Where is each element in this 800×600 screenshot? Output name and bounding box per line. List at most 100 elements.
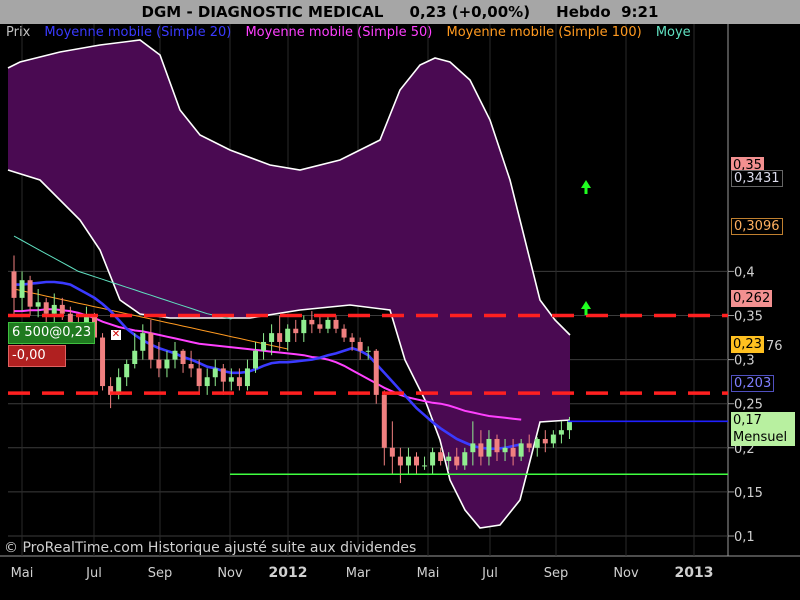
close-position-icon[interactable]: ✕ [111, 330, 121, 340]
price-tag-last: 0,23 [731, 336, 764, 353]
candle-body [438, 452, 444, 462]
candle-body [446, 456, 452, 462]
candle-body [397, 456, 403, 466]
candle-body [236, 377, 242, 387]
candle-body [132, 350, 138, 365]
legend: Prix Moyenne mobile (Simple 20) Moyenne … [6, 25, 701, 40]
price-chart[interactable]: 0,40,350,30,250,20,150,1 Mai Jul Sep Nov 201… [0, 0, 800, 600]
legend-item-sma200[interactable]: Moye [656, 25, 691, 40]
candle-body [19, 280, 25, 298]
pnl-label: -0,00 [8, 345, 66, 367]
candle-body [510, 447, 516, 457]
candle-body [140, 333, 146, 351]
y-tick-label: 0,3 [734, 354, 755, 369]
candle-body [43, 302, 49, 314]
price-tag-sma200: 0,3431 [731, 170, 783, 187]
alert-arrow-upper-stem [584, 188, 588, 194]
y-tick-label: 0,25 [734, 398, 763, 413]
price-tag-last-suffix: 76 [766, 338, 783, 355]
bollinger-fill [8, 40, 570, 528]
x-tick-label: Mai [11, 566, 34, 581]
candle-body [462, 452, 468, 466]
price-tag-sma100: 0,3096 [731, 218, 783, 235]
candle-body [59, 304, 65, 314]
x-tick-label: Jul [85, 566, 102, 581]
candle-body [422, 465, 428, 467]
candle-body [261, 341, 267, 351]
candle-body [244, 368, 250, 387]
candle-body [430, 452, 436, 466]
legend-item-sma20[interactable]: Moyenne mobile (Simple 20) [44, 25, 231, 40]
candle-body [100, 337, 106, 387]
candle-body [566, 421, 572, 431]
candle-body [196, 368, 202, 387]
candle-body [285, 328, 291, 342]
legend-item-sma100[interactable]: Moyenne mobile (Simple 100) [447, 25, 642, 40]
candle-body [156, 359, 162, 369]
price-tag-support: 0,17 Mensuel [731, 412, 795, 446]
candle-body [526, 443, 532, 448]
price-tag-sma20: 0,203 [731, 375, 775, 392]
alert-arrow-upper [581, 180, 591, 188]
candle-body [389, 447, 395, 457]
candle-body [269, 333, 275, 342]
candle-body [204, 377, 210, 387]
x-axis: Mai Jul Sep Nov 2012 Mar Mai Jul Sep Nov 2013 [11, 565, 714, 581]
alert-arrow-lower-stem [584, 309, 588, 315]
candle-body [35, 302, 41, 307]
x-tick-label: Mar [346, 566, 371, 581]
candle-body [188, 364, 194, 369]
candle-body [228, 377, 234, 382]
candle-body [365, 350, 371, 352]
candle-body [253, 350, 258, 369]
y-tick-label: 0,1 [734, 530, 755, 545]
candle-body [164, 359, 170, 369]
candle-body [220, 368, 226, 382]
candle-body [486, 438, 492, 457]
candle-body [301, 319, 307, 334]
candle-body [550, 434, 556, 444]
x-tick-label: Nov [217, 566, 243, 581]
alert-arrow-lower [581, 301, 591, 309]
x-tick-label: Sep [148, 566, 173, 581]
candle-body [309, 319, 315, 325]
price-tag-sma50: 0,262 [731, 290, 773, 307]
candle-body [172, 350, 178, 360]
x-tick-label: Mai [417, 566, 440, 581]
y-tick-label: 0,35 [734, 310, 763, 325]
candle-body [478, 443, 484, 457]
candle-body [518, 443, 524, 457]
x-tick-label: 2012 [269, 565, 308, 581]
candle-body [558, 430, 564, 435]
candle-body [124, 364, 130, 378]
candle-body [317, 324, 323, 329]
candle-body [470, 443, 476, 453]
x-tick-label: Jul [481, 566, 498, 581]
candle-body [542, 438, 548, 444]
candle-body [325, 319, 331, 329]
candle-body [405, 456, 411, 466]
y-axis: 0,40,350,30,250,20,150,1 [728, 265, 763, 545]
bollinger-band [7, 39, 571, 529]
candle-body [277, 333, 283, 342]
x-tick-label: 2013 [675, 565, 714, 581]
candle-body [357, 341, 363, 351]
candle-body [454, 456, 460, 466]
x-tick-label: Nov [613, 566, 639, 581]
position-label[interactable]: 6 500@0,23 [8, 322, 96, 344]
legend-item-price[interactable]: Prix [6, 25, 30, 40]
candle-body [534, 438, 540, 448]
y-tick-label: 0,4 [734, 265, 755, 280]
legend-item-sma50[interactable]: Moyenne mobile (Simple 50) [245, 25, 432, 40]
candle-body [502, 447, 508, 453]
candle-body [180, 350, 186, 365]
candle-body [494, 438, 500, 453]
y-tick-label: 0,15 [734, 486, 763, 501]
x-tick-label: Sep [544, 566, 569, 581]
candle-body [11, 271, 17, 298]
candle-body [341, 328, 347, 338]
candle-body [293, 328, 299, 334]
chart-window: 0,4 0,35 0,3 0,25 0,2 0,15 0,1 Mai Jul Sep Nov 201… [0, 0, 800, 600]
candle-body [148, 333, 154, 360]
candle-body [381, 394, 387, 448]
